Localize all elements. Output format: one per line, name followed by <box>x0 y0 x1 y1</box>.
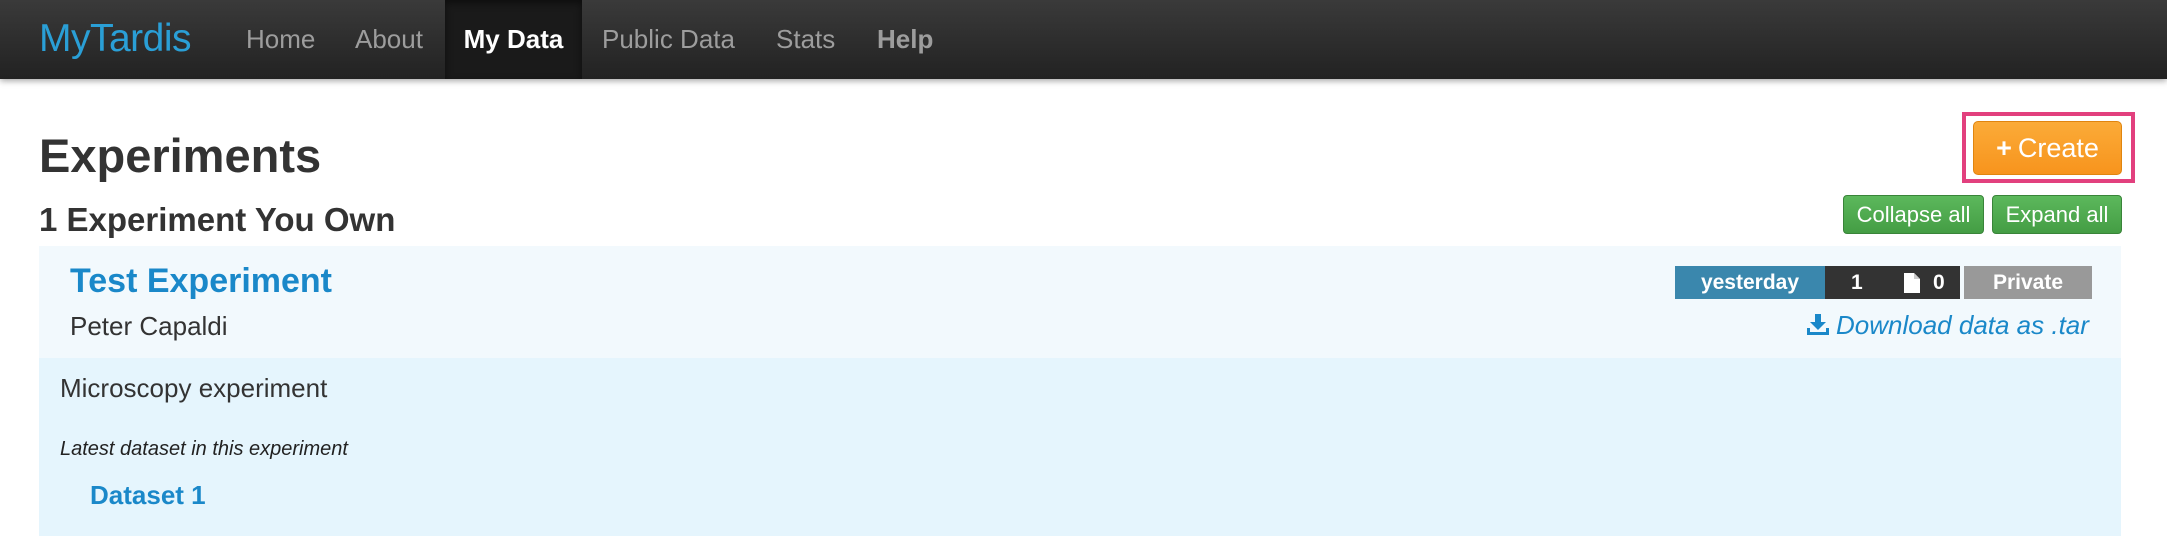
expand-all-button[interactable]: Expand all <box>1992 195 2122 234</box>
dataset-count: 1 <box>1851 271 1863 294</box>
top-navbar: MyTardis Home About My Data Public Data … <box>0 0 2167 79</box>
plus-icon: + <box>1996 133 2012 163</box>
page-title: Experiments <box>39 129 322 182</box>
nav-item-home[interactable]: Home <box>226 0 335 79</box>
create-button[interactable]: + Create <box>1973 121 2122 175</box>
nav-item-my-data[interactable]: My Data <box>445 0 582 79</box>
latest-dataset-label: Latest dataset in this experiment <box>60 438 348 460</box>
experiment-description: Microscopy experiment <box>60 373 328 403</box>
experiment-body <box>39 358 2121 536</box>
nav-item-public-data[interactable]: Public Data <box>582 0 755 79</box>
experiment-owner: Peter Capaldi <box>70 311 228 341</box>
count-badge: 1 0 <box>1825 266 1960 299</box>
date-badge: yesterday <box>1675 266 1825 299</box>
brand-logo[interactable]: MyTardis <box>39 14 192 64</box>
file-icon <box>1904 273 1920 293</box>
create-button-label: Create <box>2017 133 2099 163</box>
section-title: 1 Experiment You Own <box>39 201 396 238</box>
visibility-badge: Private <box>1964 266 2092 299</box>
dataset-link[interactable]: Dataset 1 <box>90 478 206 512</box>
collapse-all-button[interactable]: Collapse all <box>1843 195 1984 234</box>
nav-item-help[interactable]: Help <box>857 0 953 79</box>
nav-item-stats[interactable]: Stats <box>756 0 855 79</box>
download-icon <box>1807 314 1829 335</box>
nav-item-about[interactable]: About <box>335 0 443 79</box>
experiment-title-link[interactable]: Test Experiment <box>70 259 332 303</box>
file-count: 0 <box>1933 271 1945 294</box>
download-tar-label: Download data as .tar <box>1836 310 2089 340</box>
download-tar-link[interactable]: Download data as .tar <box>1806 308 2089 342</box>
